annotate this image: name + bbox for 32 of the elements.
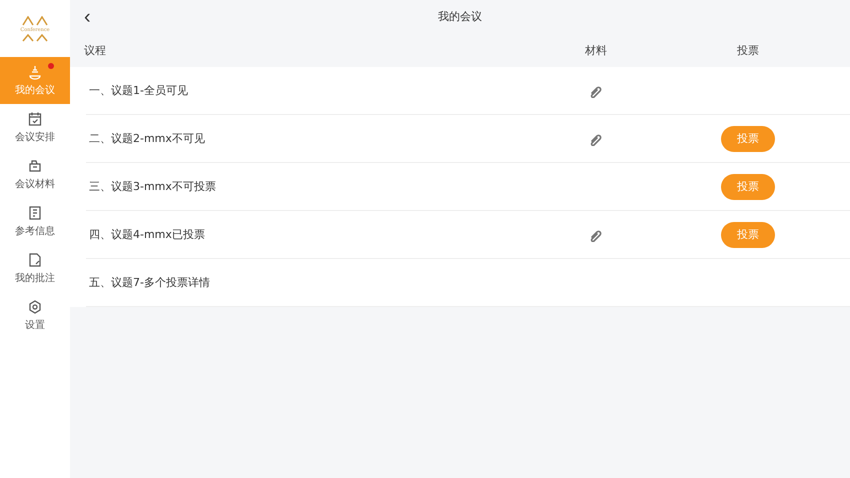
sidebar-label: 参考信息 [15, 224, 55, 238]
page-title: 我的会议 [438, 9, 482, 24]
agenda-title[interactable]: 三、议题3-mmx不可投票 [86, 179, 546, 194]
sidebar-label: 我的会议 [15, 84, 55, 97]
column-header: 议程 [83, 42, 106, 58]
sidebar-item[interactable]: 我的批注 [0, 245, 70, 292]
agenda-title[interactable]: 四、议题4-mmx已投票 [86, 227, 546, 242]
paperclip-icon[interactable] [589, 228, 603, 242]
column-header: 投票 [737, 42, 759, 58]
sidebar-label: 我的批注 [15, 272, 55, 285]
note-icon [27, 252, 43, 268]
back-button[interactable]: ‹ [80, 6, 95, 26]
document-icon [27, 205, 43, 221]
logo-icon [22, 34, 48, 42]
agenda-title[interactable]: 二、议题2-mmx不可见 [86, 131, 546, 146]
paperclip-icon[interactable] [589, 84, 603, 98]
column-header: 材料 [585, 42, 607, 58]
agenda-title[interactable]: 一、议题1-全员可见 [86, 83, 546, 98]
sidebar-label: 会议材料 [15, 178, 55, 191]
sidebar-item[interactable]: 会议材料 [0, 151, 70, 198]
sidebar-label: 设置 [25, 318, 45, 332]
sidebar-item[interactable]: 设置 [0, 292, 70, 339]
sidebar-item[interactable]: 参考信息 [0, 198, 70, 245]
sidebar-label: 会议安排 [15, 130, 55, 144]
paperclip-icon[interactable] [589, 132, 603, 146]
agenda-title[interactable]: 五、议题7-多个投票详情 [86, 275, 546, 290]
sidebar-item[interactable]: 会议安排 [0, 104, 70, 151]
settings-icon [27, 299, 43, 315]
logo-icon [22, 16, 48, 26]
podium-icon [27, 64, 43, 80]
folder-icon [27, 158, 43, 174]
calendar-icon [27, 111, 43, 127]
